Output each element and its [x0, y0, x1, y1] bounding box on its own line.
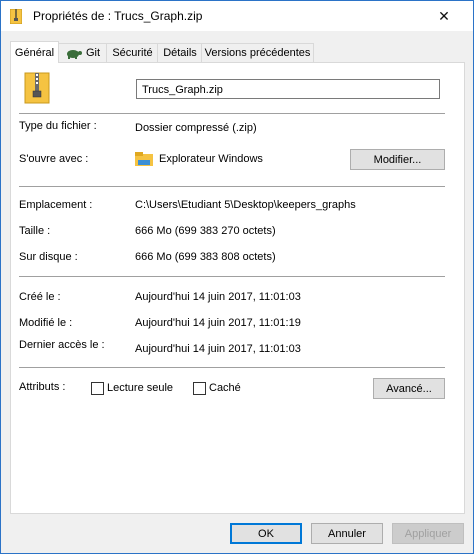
separator [19, 113, 445, 114]
attributes-label: Attributs : [19, 381, 66, 393]
general-panel: Trucs_Graph.zip Type du fichier : Dossie… [10, 62, 465, 514]
readonly-label[interactable]: Lecture seule [107, 382, 173, 394]
title-bar[interactable]: Propriétés de : Trucs_Graph.zip ✕ [1, 1, 473, 31]
type-label: Type du fichier : [19, 120, 97, 132]
tab-label: Git [85, 47, 101, 59]
cancel-button[interactable]: Annuler [311, 523, 383, 544]
size-value: 666 Mo (699 383 270 octets) [135, 225, 276, 237]
window-title: Propriétés de : Trucs_Graph.zip [33, 9, 203, 23]
zip-folder-icon [10, 9, 22, 24]
turtle-icon [66, 49, 82, 59]
size-label: Taille : [19, 225, 51, 237]
opens-with-value: Explorateur Windows [159, 153, 263, 165]
tab-security[interactable]: Sécurité [106, 43, 159, 62]
file-explorer-icon [135, 152, 153, 166]
hidden-label[interactable]: Caché [209, 382, 241, 394]
modify-button[interactable]: Modifier... [350, 149, 445, 170]
zip-folder-large-icon [24, 72, 50, 104]
advanced-button[interactable]: Avancé... [373, 378, 445, 399]
type-value: Dossier compressé (.zip) [135, 122, 257, 134]
tab-previous-versions[interactable]: Versions précédentes [201, 43, 314, 62]
opens-with-label: S'ouvre avec : [19, 153, 89, 165]
apply-button[interactable]: Appliquer [392, 523, 464, 544]
created-value: Aujourd'hui 14 juin 2017, 11:01:03 [135, 291, 301, 303]
separator [19, 367, 445, 368]
modified-label: Modifié le : [19, 317, 73, 329]
readonly-checkbox[interactable] [91, 382, 104, 395]
tab-label: Détails [163, 47, 197, 59]
tab-label: Versions précédentes [204, 47, 311, 59]
properties-dialog: Propriétés de : Trucs_Graph.zip ✕ Généra… [0, 0, 474, 554]
hidden-checkbox[interactable] [193, 382, 206, 395]
disk-size-label: Sur disque : [19, 251, 78, 263]
separator [19, 186, 445, 187]
tab-git[interactable]: Git [57, 43, 108, 62]
modified-value: Aujourd'hui 14 juin 2017, 11:01:19 [135, 317, 301, 329]
location-label: Emplacement : [19, 199, 93, 211]
close-button[interactable]: ✕ [421, 1, 467, 31]
tab-general[interactable]: Général [10, 41, 59, 63]
tab-label: Sécurité [112, 47, 153, 59]
ok-button[interactable]: OK [230, 523, 302, 544]
separator [19, 276, 445, 277]
disk-size-value: 666 Mo (699 383 808 octets) [135, 251, 276, 263]
tab-label: Général [14, 46, 55, 59]
created-label: Créé le : [19, 291, 61, 303]
accessed-value: Aujourd'hui 14 juin 2017, 11:01:03 [135, 343, 301, 355]
file-name-input[interactable]: Trucs_Graph.zip [136, 79, 440, 99]
tab-details[interactable]: Détails [157, 43, 203, 62]
location-value: C:\Users\Etudiant 5\Desktop\keepers_grap… [135, 199, 356, 211]
accessed-label: Dernier accès le : [19, 339, 105, 351]
